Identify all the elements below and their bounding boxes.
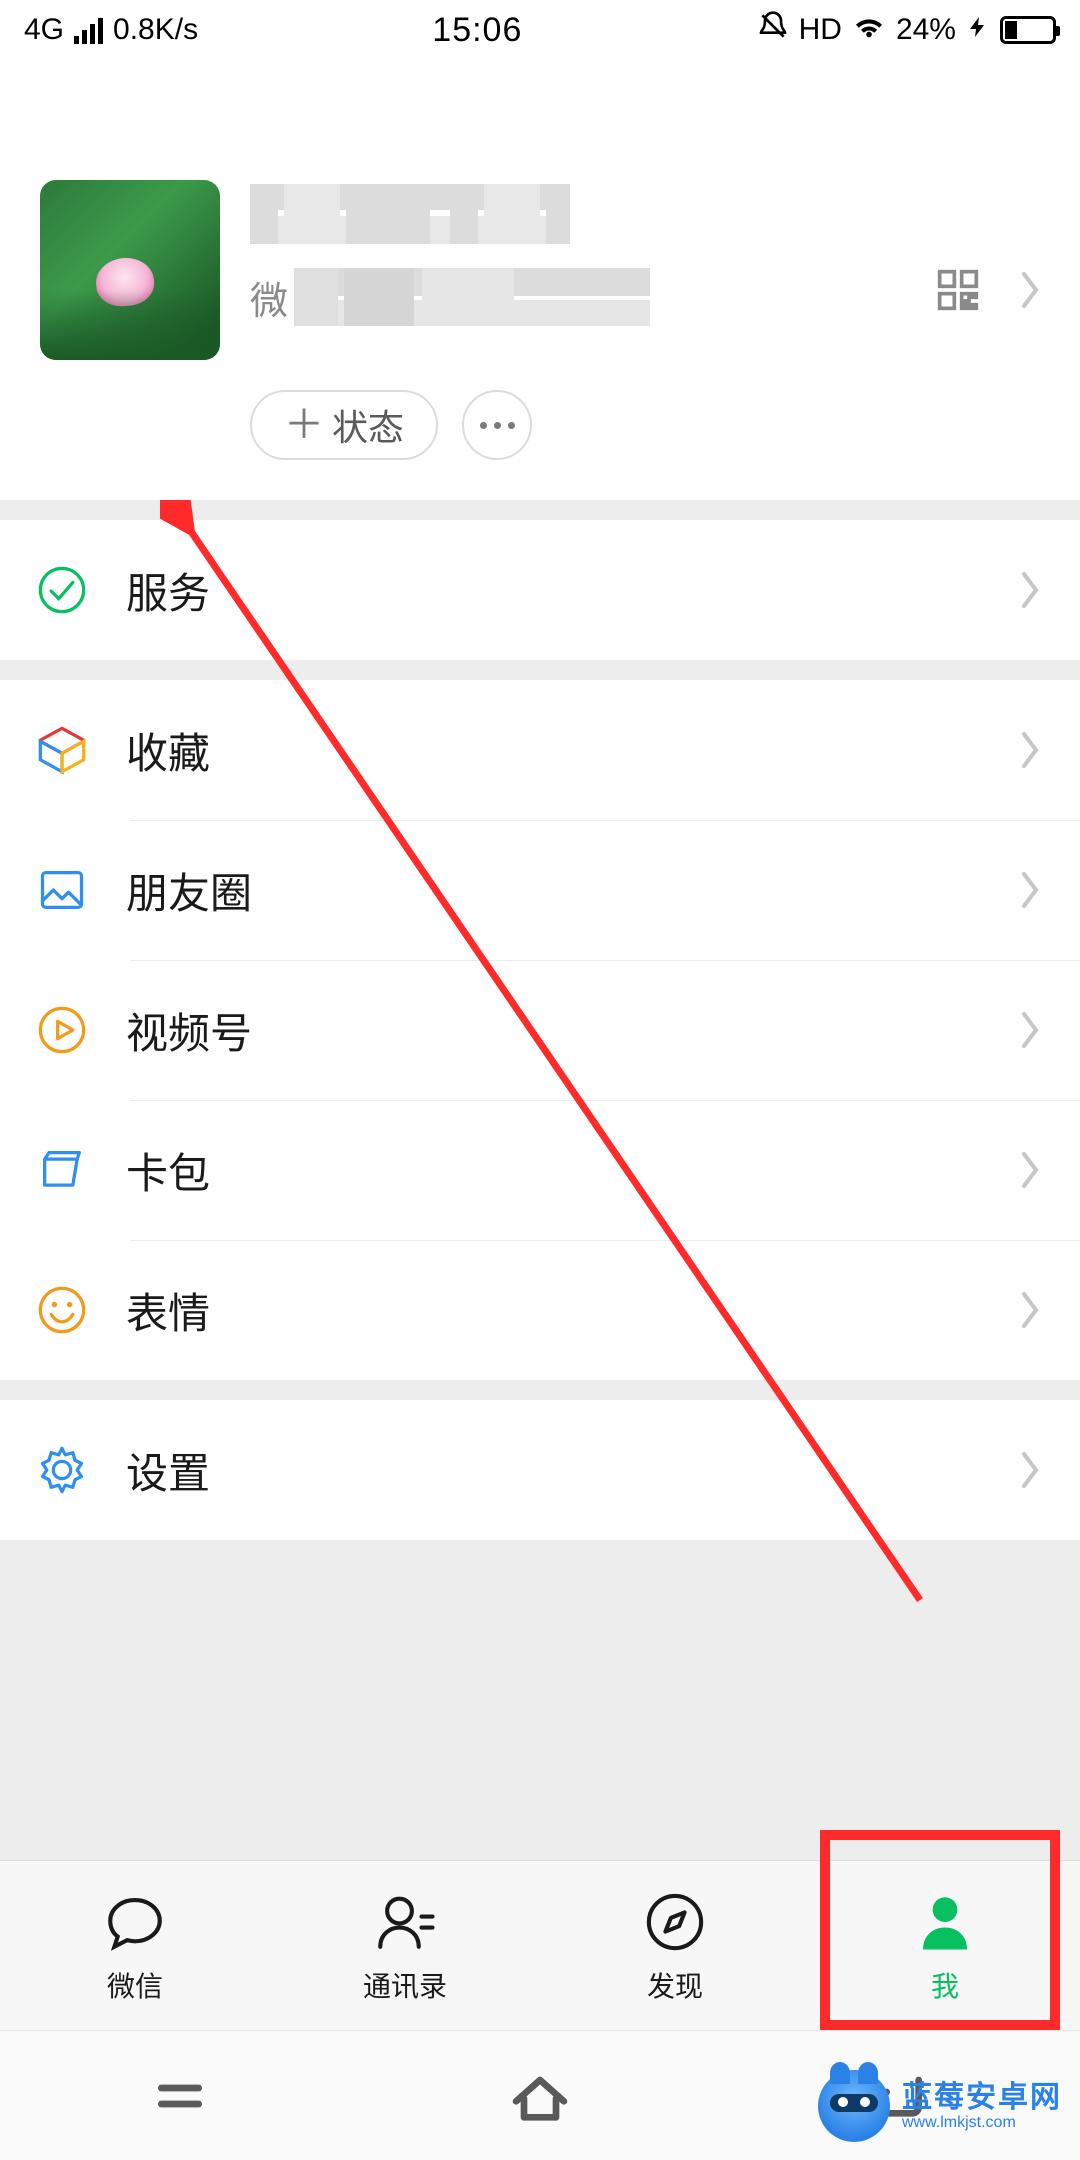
section-settings: 设置 (0, 1400, 1080, 1540)
signal-icon (74, 16, 103, 44)
chevron-right-icon (1016, 726, 1044, 774)
compass-icon (642, 1887, 708, 1957)
row-favorites[interactable]: 收藏 (0, 680, 1080, 820)
home-button[interactable] (508, 2064, 572, 2128)
chevron-right-icon (1016, 566, 1044, 614)
battery-percent: 24% (896, 13, 956, 47)
row-label: 收藏 (126, 720, 1016, 781)
watermark-title: 蓝莓安卓网 (902, 2081, 1062, 2114)
tab-label: 微信 (107, 1965, 163, 2005)
row-label: 表情 (126, 1280, 1016, 1341)
section-content: 收藏 朋友圈 视频号 卡包 表情 (0, 680, 1080, 1380)
row-stickers[interactable]: 表情 (0, 1240, 1080, 1380)
chevron-right-icon (1016, 1286, 1044, 1334)
row-settings[interactable]: 设置 (0, 1400, 1080, 1540)
wechat-id-redacted: 微 (250, 262, 650, 332)
tab-chats[interactable]: 微信 (0, 1861, 270, 2030)
contacts-icon (372, 1887, 438, 1957)
ellipsis-icon (480, 422, 515, 429)
tab-bar: 微信 通讯录 发现 我 (0, 1860, 1080, 2030)
wallet-icon (36, 1144, 126, 1196)
avatar[interactable] (40, 180, 220, 360)
wifi-icon (852, 9, 886, 51)
tab-contacts[interactable]: 通讯录 (270, 1861, 540, 2030)
battery-icon (1000, 16, 1056, 44)
row-moments[interactable]: 朋友圈 (0, 820, 1080, 960)
row-cards[interactable]: 卡包 (0, 1100, 1080, 1240)
row-label: 朋友圈 (126, 860, 1016, 921)
more-button[interactable] (462, 390, 532, 460)
smile-icon (36, 1284, 126, 1336)
row-services[interactable]: 服务 (0, 520, 1080, 660)
tab-me[interactable]: 我 (810, 1861, 1080, 2030)
mascot-icon (818, 2070, 890, 2142)
watermark-url: www.lmkjst.com (902, 2114, 1062, 2132)
person-icon (912, 1887, 978, 1957)
cube-icon (36, 724, 126, 776)
tab-label: 通讯录 (363, 1965, 447, 2005)
chat-icon (102, 1887, 168, 1957)
charging-icon (966, 13, 990, 47)
qr-code-icon[interactable] (936, 268, 980, 312)
network-type: 4G (24, 13, 64, 47)
status-button[interactable]: ＋ 状态 (250, 390, 438, 460)
tab-label: 我 (931, 1965, 959, 2005)
chevron-right-icon (1016, 1146, 1044, 1194)
nickname-redacted (250, 184, 570, 244)
tab-label: 发现 (647, 1965, 703, 2005)
gear-icon (36, 1444, 126, 1496)
tab-discover[interactable]: 发现 (540, 1861, 810, 2030)
chevron-right-icon (1016, 1006, 1044, 1054)
play-icon (36, 1004, 126, 1056)
chevron-right-icon (1016, 866, 1044, 914)
clock: 15:06 (432, 11, 522, 50)
network-speed: 0.8K/s (113, 13, 198, 47)
watermark: 蓝莓安卓网 www.lmkjst.com (818, 2070, 1062, 2142)
row-label: 视频号 (126, 1000, 1016, 1061)
row-label: 服务 (126, 560, 1016, 621)
hd-indicator: HD (799, 13, 842, 47)
status-bar: 4G 0.8K/s 15:06 HD 24% (0, 0, 1080, 60)
mute-icon (757, 10, 789, 50)
profile-card[interactable]: 微 ＋ 状态 (0, 60, 1080, 500)
recent-apps-button[interactable] (148, 2064, 212, 2128)
section-services: 服务 (0, 520, 1080, 660)
row-label: 设置 (126, 1440, 1016, 1501)
chevron-right-icon (1016, 1446, 1044, 1494)
status-label: 状态 (332, 399, 404, 451)
chevron-right-icon (1016, 266, 1044, 314)
image-icon (36, 864, 126, 916)
row-channels[interactable]: 视频号 (0, 960, 1080, 1100)
plus-icon: ＋ (284, 405, 324, 445)
row-label: 卡包 (126, 1140, 1016, 1201)
service-icon (36, 564, 126, 616)
